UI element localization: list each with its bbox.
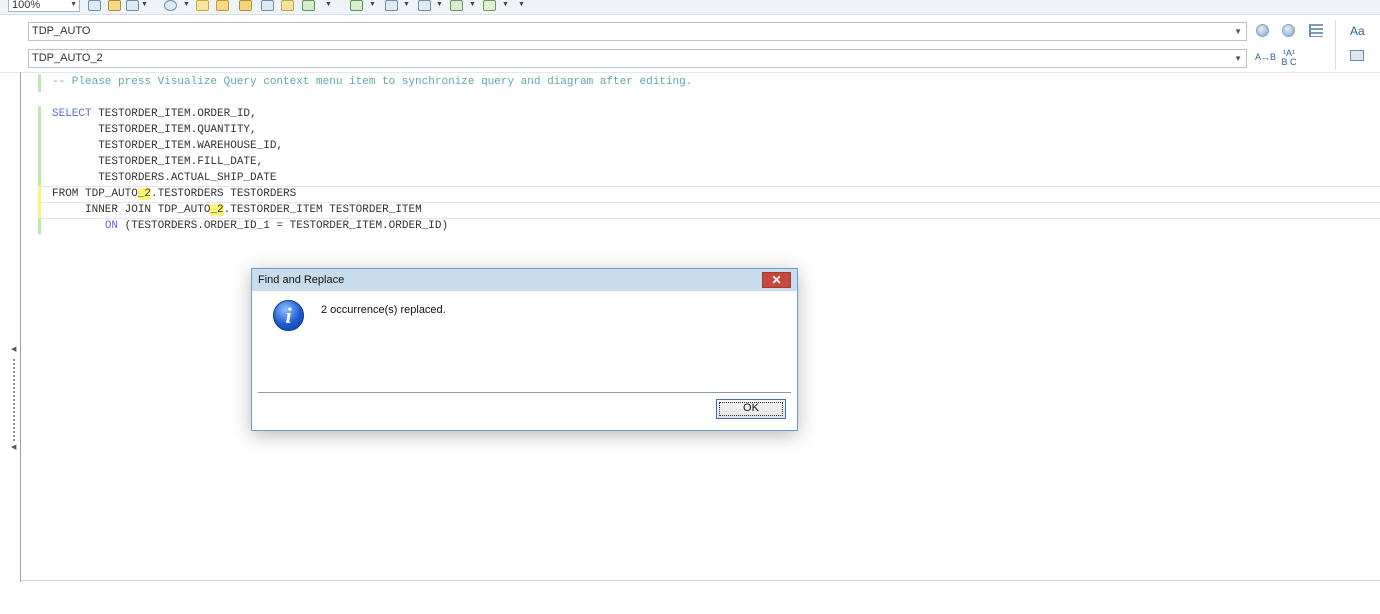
dialog-title[interactable]: Find and Replace — [252, 269, 797, 291]
join-icon[interactable] — [418, 0, 431, 11]
sql-line: TESTORDER_ITEM.QUANTITY, — [52, 124, 257, 136]
sql-text: FROM TDP_AUTO — [52, 188, 138, 200]
sql-line-join: INNER JOIN TDP_AUTO_2.TESTORDER_ITEM TES… — [52, 203, 422, 217]
paste-icon[interactable] — [281, 0, 294, 11]
dialog-divider — [258, 392, 791, 393]
change-marker — [38, 218, 41, 234]
chevron-down-icon[interactable]: ▼ — [141, 0, 148, 10]
overflow-icon[interactable]: ▼ — [518, 0, 525, 10]
sql-keyword: SELECT — [52, 108, 92, 120]
save-icon[interactable] — [88, 0, 101, 11]
chevron-down-icon[interactable]: ▼ — [183, 0, 190, 10]
connection-combo[interactable]: TDP_AUTO ▼ — [28, 22, 1247, 41]
info-icon: i — [273, 300, 304, 331]
chevron-down-icon[interactable]: ▼ — [1234, 23, 1242, 40]
run-icon[interactable] — [302, 0, 315, 11]
panel-toggle-icon[interactable] — [1350, 50, 1364, 61]
navigate-back-icon[interactable] — [1256, 24, 1269, 37]
collapse-arrow-icon[interactable]: ◀ — [11, 443, 16, 451]
pointer-icon[interactable] — [126, 0, 139, 11]
bookmark-icon[interactable] — [239, 0, 252, 11]
word-wrap-icon[interactable] — [216, 0, 229, 11]
sql-comment: -- Please press Visualize Query context … — [52, 76, 693, 88]
sql-indent — [52, 220, 105, 232]
replace-highlight: _2 — [210, 204, 224, 216]
refresh-icon[interactable] — [450, 0, 463, 11]
format-icon[interactable] — [108, 0, 121, 11]
editor-gutter — [20, 72, 21, 582]
sort-icon[interactable]: ¹A¹ B C — [1281, 49, 1297, 67]
grip-handle[interactable] — [13, 359, 17, 441]
chevron-down-icon[interactable]: ▼ — [403, 0, 410, 10]
chevron-down-icon[interactable]: ▼ — [70, 0, 77, 12]
close-button[interactable]: ✕ — [762, 272, 791, 288]
chevron-down-icon[interactable]: ▼ — [325, 0, 332, 10]
zoom-value: 100% — [12, 0, 41, 11]
sql-line: TESTORDER_ITEM.FILL_DATE, — [52, 156, 264, 168]
sql-text: .TESTORDER_ITEM TESTORDER_ITEM — [223, 204, 422, 216]
sql-line-on: ON (TESTORDERS.ORDER_ID_1 = TESTORDER_IT… — [52, 219, 448, 233]
sql-line-select: SELECT TESTORDER_ITEM.ORDER_ID, — [52, 107, 257, 121]
table-add-icon[interactable] — [350, 0, 363, 11]
editor-bottom-border — [21, 580, 1380, 581]
sql-keyword: ON — [104, 220, 119, 232]
align-icon[interactable] — [1309, 24, 1323, 37]
schema-combo[interactable]: TDP_AUTO_2 ▼ — [28, 49, 1247, 68]
toolbar-divider — [1335, 20, 1336, 70]
table-remove-icon[interactable] — [385, 0, 398, 11]
connection-value: TDP_AUTO — [32, 25, 91, 37]
highlight-icon[interactable] — [196, 0, 209, 11]
chevron-down-icon[interactable]: ▼ — [369, 0, 376, 10]
case-icon[interactable]: A↔B — [1255, 53, 1276, 62]
sql-line: TESTORDERS.ACTUAL_SHIP_DATE — [52, 172, 277, 184]
export-icon[interactable] — [483, 0, 496, 11]
main-toolbar: 100% ▼ ▼ ▼ ▼ ▼ ▼ ▼ ▼ ▼ ▼ — [0, 0, 1380, 15]
schema-value: TDP_AUTO_2 — [32, 52, 103, 64]
find-replace-dialog: Find and Replace ✕ i 2 occurrence(s) rep… — [251, 268, 798, 431]
change-marker — [38, 74, 41, 92]
replace-highlight: _2 — [137, 188, 152, 200]
chevron-down-icon[interactable]: ▼ — [469, 0, 476, 10]
focus-rect — [719, 402, 783, 416]
collapse-strip[interactable]: ◀ ◀ — [11, 345, 17, 455]
copy-icon[interactable] — [261, 0, 274, 11]
zoom-select[interactable]: 100% ▼ — [8, 0, 80, 12]
chevron-down-icon[interactable]: ▼ — [436, 0, 443, 10]
sql-text: (TESTORDERS.ORDER_ID_1 = TESTORDER_ITEM.… — [118, 220, 449, 232]
navigate-forward-icon[interactable] — [1282, 24, 1295, 37]
ok-button[interactable]: OK — [716, 399, 786, 419]
sql-line-from: FROM TDP_AUTO_2.TESTORDERS TESTORDERS — [52, 187, 296, 201]
collapse-arrow-icon[interactable]: ◀ — [11, 345, 16, 353]
sql-text: TESTORDER_ITEM.ORDER_ID, — [91, 108, 257, 120]
sql-text: INNER JOIN TDP_AUTO — [52, 204, 211, 216]
dialog-message: 2 occurrence(s) replaced. — [321, 304, 446, 316]
chevron-down-icon[interactable]: ▼ — [1234, 50, 1242, 67]
circle-shape-icon[interactable] — [164, 0, 177, 11]
font-icon[interactable]: Aa — [1350, 24, 1365, 38]
chevron-down-icon[interactable]: ▼ — [502, 0, 509, 10]
change-marker — [38, 106, 41, 186]
sql-line: TESTORDER_ITEM.WAREHOUSE_ID, — [52, 140, 284, 152]
sql-text: .TESTORDERS TESTORDERS — [151, 188, 297, 200]
